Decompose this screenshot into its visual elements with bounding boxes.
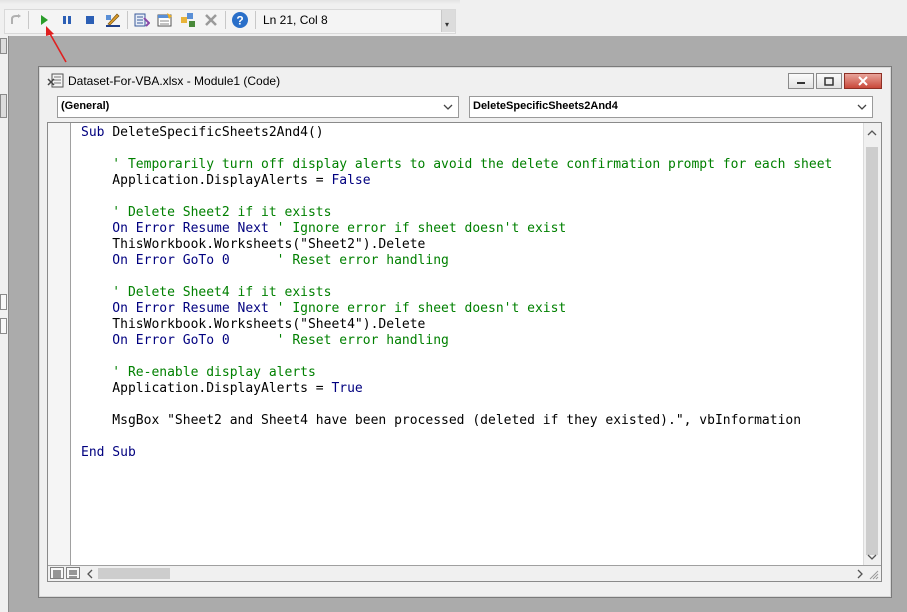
code-line[interactable]: ThisWorkbook.Worksheets("Sheet2").Delete bbox=[81, 237, 832, 253]
code-line[interactable] bbox=[81, 141, 832, 157]
horizontal-scroll-thumb[interactable] bbox=[98, 568, 170, 579]
scroll-left-arrow-icon[interactable] bbox=[86, 569, 94, 579]
code-line[interactable]: ' Re-enable display alerts bbox=[81, 365, 832, 381]
code-line[interactable]: ' Delete Sheet4 if it exists bbox=[81, 285, 832, 301]
restore-button[interactable] bbox=[816, 73, 842, 89]
code-comment: ' Ignore error if sheet doesn't exist bbox=[276, 301, 567, 316]
code-keyword: False bbox=[331, 173, 371, 188]
object-dropdown[interactable]: (General) bbox=[57, 96, 459, 118]
close-button[interactable] bbox=[844, 73, 882, 89]
resize-grip-icon[interactable] bbox=[867, 568, 880, 580]
margin-indicator-bar[interactable] bbox=[48, 123, 71, 567]
code-comment: ' Delete Sheet4 if it exists bbox=[81, 285, 332, 300]
code-line[interactable] bbox=[81, 397, 832, 413]
scroll-right-arrow-icon[interactable] bbox=[856, 569, 864, 579]
code-token: Application.DisplayAlerts = bbox=[81, 173, 332, 188]
code-token: ThisWorkbook.Worksheets("Sheet2").Delete bbox=[81, 237, 426, 252]
code-token: Application.DisplayAlerts = bbox=[81, 381, 332, 396]
code-keyword: On Error Resume Next bbox=[81, 301, 277, 316]
code-token: MsgBox "Sheet2 and Sheet4 have been proc… bbox=[81, 413, 802, 428]
project-explorer-icon[interactable] bbox=[133, 11, 151, 29]
code-keyword: On Error GoTo 0 bbox=[81, 333, 230, 348]
reset-icon[interactable] bbox=[81, 11, 99, 29]
vertical-scrollbar[interactable] bbox=[863, 123, 881, 567]
code-comment: ' Ignore error if sheet doesn't exist bbox=[276, 221, 567, 236]
code-window-title-bar[interactable]: Dataset-For-VBA.xlsx - Module1 (Code) bbox=[39, 67, 891, 95]
full-module-view-button[interactable] bbox=[66, 567, 80, 579]
object-dropdown-value: (General) bbox=[61, 100, 110, 112]
code-line[interactable]: Application.DisplayAlerts = False bbox=[81, 173, 832, 189]
scroll-up-arrow-icon[interactable] bbox=[867, 129, 877, 137]
code-editor[interactable]: Sub DeleteSpecificSheets2And4() ' Tempor… bbox=[47, 122, 882, 582]
design-mode-icon[interactable] bbox=[104, 11, 122, 29]
procedure-view-button[interactable] bbox=[50, 567, 64, 579]
code-comment: ' Re-enable display alerts bbox=[81, 365, 316, 380]
cursor-position-label: Ln 21, Col 8 bbox=[263, 13, 328, 27]
code-keyword: On Error Resume Next bbox=[81, 221, 277, 236]
project-pane-edge bbox=[0, 36, 9, 612]
code-comment: ' Reset error handling bbox=[229, 253, 449, 268]
window-title: Dataset-For-VBA.xlsx - Module1 (Code) bbox=[68, 74, 281, 88]
toolbar-separator bbox=[127, 11, 128, 29]
code-line[interactable]: Sub DeleteSpecificSheets2And4() bbox=[81, 125, 832, 141]
code-line[interactable] bbox=[81, 429, 832, 445]
chevron-down-icon bbox=[443, 104, 453, 110]
code-keyword: End Sub bbox=[81, 445, 136, 460]
procedure-dropdown[interactable]: DeleteSpecificSheets2And4 bbox=[469, 96, 873, 118]
code-line[interactable] bbox=[81, 189, 832, 205]
minimize-button[interactable] bbox=[788, 73, 814, 89]
procedure-dropdown-value: DeleteSpecificSheets2And4 bbox=[473, 100, 618, 112]
vertical-scroll-thumb[interactable] bbox=[866, 147, 878, 555]
help-icon[interactable]: ? bbox=[231, 11, 249, 29]
code-keyword: On Error GoTo 0 bbox=[81, 253, 230, 268]
code-comment: ' Temporarily turn off display alerts to… bbox=[81, 157, 833, 172]
pane-edge-control[interactable] bbox=[0, 294, 7, 310]
horizontal-scrollbar[interactable] bbox=[86, 566, 864, 581]
object-browser-icon[interactable] bbox=[179, 11, 197, 29]
code-line[interactable]: ThisWorkbook.Worksheets("Sheet4").Delete bbox=[81, 317, 832, 333]
code-line[interactable]: On Error Resume Next ' Ignore error if s… bbox=[81, 301, 832, 317]
code-line[interactable]: ' Delete Sheet2 if it exists bbox=[81, 205, 832, 221]
toolbar-options-grip[interactable]: ▾ bbox=[441, 10, 455, 32]
code-line[interactable]: On Error GoTo 0 ' Reset error handling bbox=[81, 333, 832, 349]
code-line[interactable]: End Sub bbox=[81, 445, 832, 461]
pane-edge-control[interactable] bbox=[0, 94, 7, 118]
code-line[interactable] bbox=[81, 349, 832, 365]
code-token: DeleteSpecificSheets2And4() bbox=[112, 125, 324, 140]
bottom-bar bbox=[48, 565, 881, 581]
pane-edge-control[interactable] bbox=[0, 318, 7, 334]
toolbar-separator bbox=[255, 11, 256, 29]
code-line[interactable] bbox=[81, 269, 832, 285]
toolbox-icon[interactable] bbox=[202, 11, 220, 29]
menu-bar-edge bbox=[0, 0, 460, 4]
module-code-icon bbox=[47, 73, 65, 89]
annotation-arrow-icon bbox=[46, 26, 67, 63]
code-text[interactable]: Sub DeleteSpecificSheets2And4() ' Tempor… bbox=[81, 125, 832, 461]
code-line[interactable]: ' Temporarily turn off display alerts to… bbox=[81, 157, 832, 173]
code-line[interactable]: Application.DisplayAlerts = True bbox=[81, 381, 832, 397]
svg-text:?: ? bbox=[236, 14, 243, 28]
code-line[interactable]: MsgBox "Sheet2 and Sheet4 have been proc… bbox=[81, 413, 832, 429]
code-keyword: True bbox=[331, 381, 363, 396]
toolbar-separator bbox=[28, 11, 29, 29]
chevron-down-icon bbox=[857, 104, 867, 110]
properties-window-icon[interactable] bbox=[156, 11, 174, 29]
scroll-down-arrow-icon[interactable] bbox=[867, 553, 877, 561]
code-comment: ' Reset error handling bbox=[229, 333, 449, 348]
code-window: Dataset-For-VBA.xlsx - Module1 (Code) (G… bbox=[38, 66, 892, 598]
redo-icon[interactable] bbox=[7, 11, 25, 29]
code-comment: ' Delete Sheet2 if it exists bbox=[81, 205, 332, 220]
toolbar-separator bbox=[225, 11, 226, 29]
code-keyword: Sub bbox=[81, 125, 113, 140]
pane-edge-control[interactable] bbox=[0, 38, 7, 54]
code-token: ThisWorkbook.Worksheets("Sheet4").Delete bbox=[81, 317, 426, 332]
standard-toolbar: ? Ln 21, Col 8 ▾ bbox=[0, 0, 907, 36]
code-line[interactable]: On Error GoTo 0 ' Reset error handling bbox=[81, 253, 832, 269]
code-line[interactable]: On Error Resume Next ' Ignore error if s… bbox=[81, 221, 832, 237]
